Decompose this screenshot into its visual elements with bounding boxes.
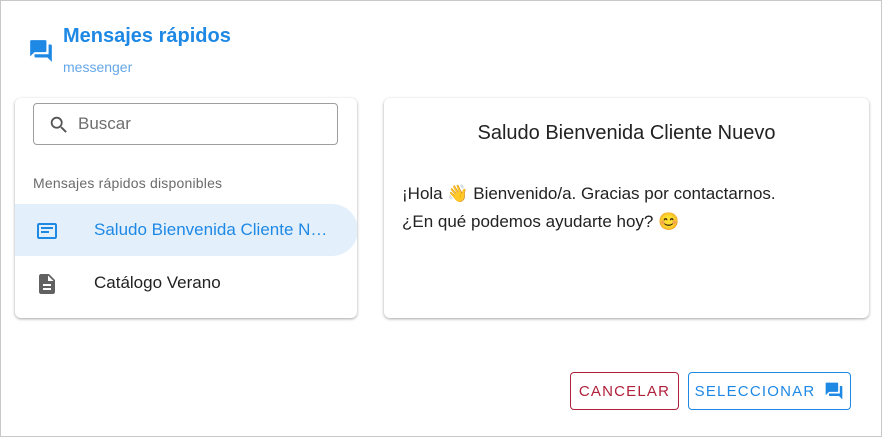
section-label: Mensajes rápidos disponibles (33, 175, 223, 191)
preview-body: ¡Hola 👋 Bienvenido/a. Gracias por contac… (402, 180, 842, 236)
dialog-title: Mensajes rápidos (63, 25, 231, 47)
preview-panel: Saludo Bienvenida Cliente Nuevo ¡Hola 👋 … (384, 98, 869, 318)
list-item-label: Catálogo Verano (94, 273, 221, 292)
preview-title: Saludo Bienvenida Cliente Nuevo (477, 122, 776, 144)
quick-messages-icon (826, 382, 843, 400)
search-box[interactable] (33, 103, 338, 145)
list-item-catalogo[interactable]: Catálogo Verano (15, 257, 357, 309)
preview-line-1: ¡Hola 👋 Bienvenido/a. Gracias por contac… (402, 184, 776, 203)
preview-line-2: ¿En qué podemos ayudarte hoy? 😊 (402, 212, 680, 231)
message-list-panel: Mensajes rápidos disponibles Saludo Bien… (15, 98, 357, 318)
list-item-label: Saludo Bienvenida Cliente Nuevo (94, 220, 334, 239)
dialog-subtitle: messenger (63, 59, 133, 75)
search-icon (50, 116, 67, 133)
cancel-button[interactable]: CANCELAR (570, 372, 679, 410)
document-icon (39, 274, 55, 294)
search-input[interactable] (78, 112, 328, 136)
message-text-icon (37, 223, 57, 239)
cancel-button-label: CANCELAR (578, 382, 671, 400)
list-item-saludo[interactable]: Saludo Bienvenida Cliente Nuevo (15, 204, 357, 256)
quick-messages-icon (30, 40, 52, 62)
select-button[interactable]: SELECCIONAR (688, 372, 851, 410)
select-button-label: SELECCIONAR (694, 382, 816, 400)
quick-messages-dialog: Mensajes rápidos messenger Mensajes rápi… (0, 0, 882, 437)
